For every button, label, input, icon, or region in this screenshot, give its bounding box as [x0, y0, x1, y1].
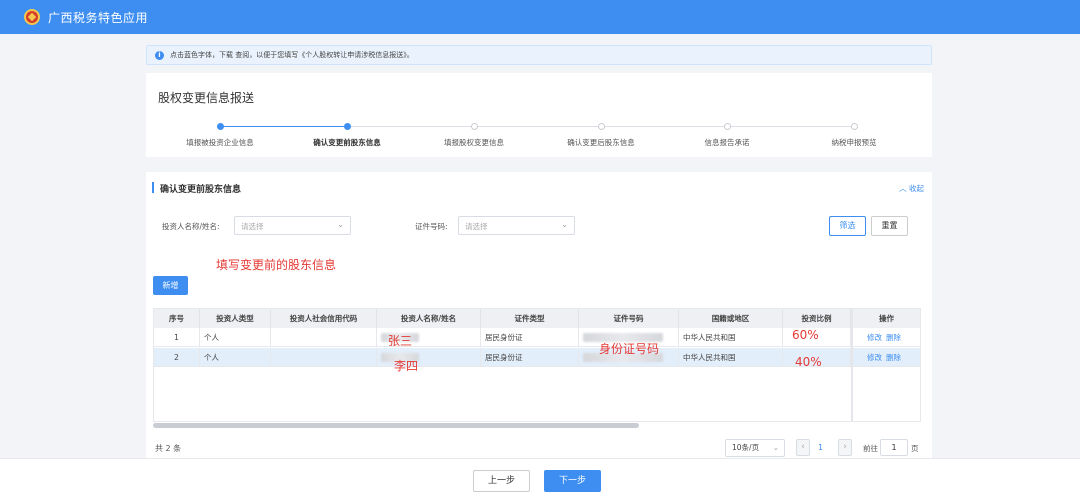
next-step-button[interactable]: 下一步: [544, 470, 601, 492]
page-title: 股权变更信息报送: [158, 91, 255, 105]
total-count: 共 2 条: [155, 444, 182, 453]
cell-operations: 修改 删除: [851, 328, 920, 347]
step-label-5: 信息报告承诺: [704, 138, 750, 147]
annotation-ratio-1: 60%: [792, 328, 819, 342]
edit-link[interactable]: 修改: [867, 333, 882, 342]
cell-nationality: 中华人民共和国: [679, 328, 783, 347]
step-dot-3: [471, 123, 478, 130]
cell-type: 个人: [200, 348, 271, 367]
id-filter-label: 证件号码:: [415, 222, 448, 231]
col-nationality: 国籍或地区: [679, 309, 783, 328]
annotation-id-hint: 身份证号码: [599, 342, 660, 356]
page-size-value: 10条/页: [732, 443, 760, 452]
add-button[interactable]: 新增: [153, 276, 188, 295]
fixed-column-divider: [851, 309, 853, 421]
annotation-name-1: 张三: [388, 334, 413, 348]
step-dot-2: [344, 123, 351, 130]
goto-label: 前往: [863, 444, 878, 453]
col-id-type: 证件类型: [481, 309, 579, 328]
filter-button[interactable]: 筛选: [829, 216, 866, 236]
cell-id-type: 居民身份证: [481, 348, 579, 367]
step-dot-1: [217, 123, 224, 130]
col-credit-code: 投资人社会信用代码: [271, 309, 377, 328]
chevron-down-icon: ⌄: [337, 220, 344, 229]
cell-index: 2: [154, 348, 200, 367]
cell-index: 1: [154, 328, 200, 347]
col-ratio: 投资比例: [783, 309, 851, 328]
step-label-4: 确认变更后股东信息: [567, 138, 635, 147]
step-label-6: 纳税申报预览: [831, 138, 877, 147]
investor-filter-label: 投资人名称/姓名:: [162, 222, 220, 231]
delete-link[interactable]: 删除: [886, 333, 901, 342]
col-index: 序号: [154, 309, 200, 328]
steps-progress-line: [220, 126, 347, 127]
reset-button[interactable]: 重置: [871, 216, 908, 236]
step-label-3: 填报股权变更信息: [444, 138, 504, 147]
cell-type: 个人: [200, 328, 271, 347]
step-label-1: 填报被投资企业信息: [186, 138, 254, 147]
chevron-down-icon: ⌄: [772, 443, 779, 452]
step-dot-5: [724, 123, 731, 130]
steps-card: 股权变更信息报送 填报被投资企业信息 确认变更前股东信息 填报股权变更信息 确认…: [146, 73, 932, 157]
collapse-link[interactable]: ︿ 收起: [899, 183, 924, 194]
id-select-placeholder: 请选择: [465, 222, 488, 231]
investor-select-placeholder: 请选择: [241, 222, 264, 231]
table-header: 序号 投资人类型 投资人社会信用代码 投资人名称/姓名 证件类型 证件号码 国籍…: [154, 309, 920, 328]
step-dot-6: [851, 123, 858, 130]
tax-emblem-icon: [24, 9, 40, 25]
horizontal-scrollbar[interactable]: [153, 423, 639, 428]
cell-credit-code: [271, 348, 377, 367]
step-label-2: 确认变更前股东信息: [313, 138, 381, 147]
cell-operations: 修改 删除: [851, 348, 920, 367]
notice-text: 点击蓝色字体，下载 查阅，以便于您填写《个人股权转让申请涉税信息报送》。: [170, 51, 414, 59]
annotation-ratio-2: 40%: [795, 355, 822, 369]
chevron-up-icon: ︿: [899, 184, 907, 193]
footer-bar: 上一步 下一步: [0, 458, 1080, 501]
col-investor-type: 投资人类型: [200, 309, 271, 328]
annotation-name-2: 李四: [394, 359, 419, 373]
cell-id-type: 居民身份证: [481, 328, 579, 347]
goto-unit: 页: [911, 444, 919, 453]
col-investor-name: 投资人名称/姓名: [377, 309, 481, 328]
collapse-label: 收起: [909, 184, 924, 193]
shareholder-card: 确认变更前股东信息 ︿ 收起 投资人名称/姓名: 请选择 ⌄ 证件号码: 请选择…: [146, 172, 932, 458]
investor-select[interactable]: 请选择 ⌄: [234, 216, 351, 235]
cell-name: [377, 348, 481, 367]
top-bar: 广西税务特色应用: [0, 0, 1080, 34]
edit-link[interactable]: 修改: [867, 353, 882, 362]
chevron-down-icon: ⌄: [561, 220, 568, 229]
next-page-button[interactable]: ›: [838, 439, 852, 456]
step-dot-4: [598, 123, 605, 130]
cell-nationality: 中华人民共和国: [679, 348, 783, 367]
page-size-select[interactable]: 10条/页 ⌄: [725, 439, 785, 457]
info-icon: i: [155, 50, 164, 60]
notice-bar: i 点击蓝色字体，下载 查阅，以便于您填写《个人股权转让申请涉税信息报送》。: [146, 45, 932, 65]
col-operations: 操作: [879, 314, 894, 323]
annotation-fill-hint: 填写变更前的股东信息: [216, 258, 337, 272]
app-title: 广西税务特色应用: [48, 10, 149, 25]
cell-credit-code: [271, 328, 377, 347]
current-page[interactable]: 1: [818, 443, 823, 452]
delete-link[interactable]: 删除: [886, 353, 901, 362]
goto-page-input[interactable]: 1: [880, 439, 908, 456]
col-id-number: 证件号码: [579, 309, 679, 328]
id-number-select[interactable]: 请选择 ⌄: [458, 216, 575, 235]
prev-page-button[interactable]: ‹: [796, 439, 810, 456]
section-accent-bar: [152, 182, 154, 193]
section-title: 确认变更前股东信息: [160, 185, 242, 195]
prev-step-button[interactable]: 上一步: [473, 470, 530, 492]
